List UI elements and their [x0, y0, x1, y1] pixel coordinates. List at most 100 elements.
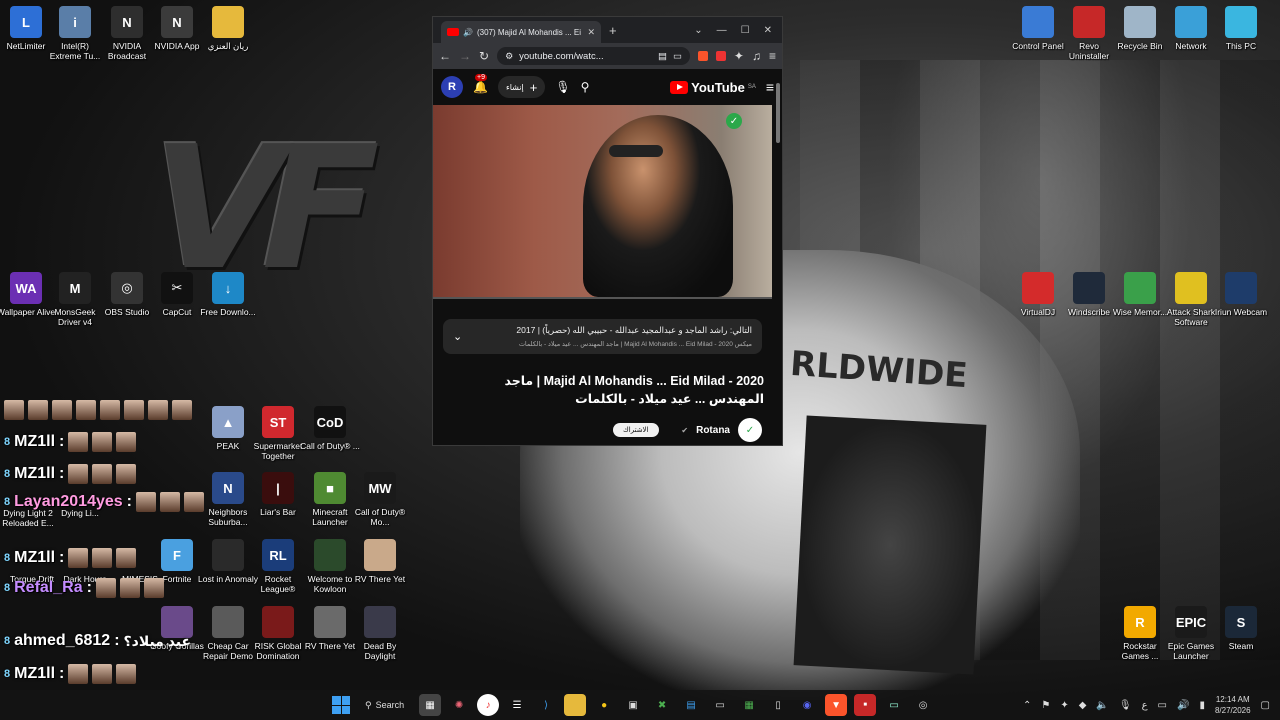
video-player[interactable]: ✓	[433, 105, 772, 297]
chat-username: MZ1ll	[14, 465, 56, 482]
brave-shield-icon[interactable]	[697, 51, 708, 61]
notification-badge: +9	[475, 74, 487, 81]
url-input[interactable]: ⚙ youtube.com/watc... ▤ ▭	[497, 47, 690, 65]
notification-icon[interactable]: ▢	[1261, 700, 1270, 711]
extensions-icon[interactable]: ✦	[734, 49, 744, 63]
chat-separator: :	[59, 433, 65, 450]
close-button[interactable]: ✕	[764, 25, 772, 36]
desktop-shortcut[interactable]: This PC	[1211, 6, 1271, 51]
video-singer	[583, 115, 733, 297]
tab-search-icon[interactable]: ⌄	[694, 25, 702, 36]
browser-tabbar: 🔊 (307) Majid Al Mohandis ... Ei ✕ + ⌄ —…	[433, 17, 782, 43]
language-indicator[interactable]: ع	[1142, 700, 1148, 711]
taskbar-app-icon[interactable]: ▦	[419, 694, 442, 716]
chat-emote	[159, 492, 180, 512]
taskbar-app-icon[interactable]: ●	[593, 694, 615, 716]
tray-overflow-icon[interactable]: ⌃	[1023, 700, 1031, 711]
vscode-icon[interactable]: ⟩	[535, 694, 557, 716]
tray-app-icon[interactable]: ✦	[1060, 700, 1068, 711]
desktop-shortcut[interactable]: S Steam	[1211, 606, 1271, 651]
taskbar-app-icon[interactable]: ☰	[506, 694, 528, 716]
taskbar-app-icon[interactable]: ▭	[883, 694, 905, 716]
notifications-bell-icon[interactable]: 🔔 +9	[473, 74, 488, 94]
taskbar-search[interactable]: ⚲ Search	[357, 694, 412, 716]
video-progress-bar[interactable]	[433, 297, 772, 299]
discord-icon[interactable]: ◉	[796, 694, 818, 716]
nvidia-app-icon: N	[161, 6, 193, 38]
tab-close-icon[interactable]: ✕	[587, 27, 595, 38]
tray-app-icon[interactable]: ◆	[1079, 700, 1087, 711]
desktop-shortcut[interactable]: Iriun Webcam	[1211, 272, 1271, 317]
this-pc-icon	[1225, 6, 1257, 38]
back-icon[interactable]: ←	[439, 49, 451, 63]
chat-message: 8 Layan2014yes:	[4, 492, 204, 512]
search-icon[interactable]: ⚲	[581, 80, 590, 94]
nvidia-broadcast-icon: N	[111, 6, 143, 38]
terminal-icon[interactable]: ▭	[709, 694, 731, 716]
obs-taskbar-icon[interactable]: ◎	[912, 694, 934, 716]
hamburger-menu-icon[interactable]: ≡	[766, 79, 774, 95]
tray-app-icon[interactable]: ⚑	[1041, 700, 1050, 711]
tab-title: (307) Majid Al Mohandis ... Ei	[476, 27, 582, 37]
desktop-shortcut[interactable]: i Intel(R) Extreme Tu...	[45, 6, 105, 61]
up-next-box[interactable]: ⌄ التالي: راشد الماجد و عبدالمجيد عبدالل…	[443, 319, 762, 354]
channel-avatar[interactable]: ✓	[738, 418, 762, 442]
desktop-shortcut-label: ريان العنزي	[207, 41, 249, 51]
chat-emote	[172, 400, 192, 420]
reload-icon[interactable]: ↻	[479, 49, 489, 63]
chevron-down-icon[interactable]: ⌄	[453, 330, 462, 343]
new-tab-button[interactable]: +	[609, 23, 617, 38]
taskbar-app-icon[interactable]: ■	[854, 694, 877, 716]
maximize-button[interactable]: ☐	[741, 25, 750, 36]
volume-icon[interactable]: 🔈	[1096, 700, 1108, 711]
file-explorer-icon[interactable]	[564, 694, 587, 716]
taskbar-app-icon[interactable]: ✺	[448, 694, 470, 716]
url-text: youtube.com/watc...	[519, 50, 604, 62]
start-button[interactable]	[332, 696, 350, 714]
notepad-icon[interactable]: ▯	[767, 694, 789, 716]
cast-icon[interactable]: ▭	[673, 51, 682, 62]
translate-icon[interactable]: ▤	[658, 51, 667, 62]
desktop-shortcut[interactable]: ↓ Free Downlo...	[198, 272, 258, 317]
speaker-icon[interactable]: 🔊	[1177, 700, 1189, 711]
video-glasses	[609, 145, 663, 157]
site-info-icon[interactable]: ⚙	[505, 51, 513, 62]
forward-icon[interactable]: →	[459, 49, 471, 63]
chat-message: 8 MZ1ll:	[4, 464, 137, 484]
chat-emote	[76, 400, 96, 420]
xbox-icon[interactable]: ✖	[651, 694, 673, 716]
brave-rewards-icon[interactable]	[715, 51, 726, 61]
youtube-play-icon	[670, 80, 689, 94]
desktop-shortcut[interactable]: ريان العنزي	[198, 6, 258, 51]
mic-icon[interactable]: 🎙	[555, 80, 570, 94]
address-bar-row: ← → ↻ ⚙ youtube.com/watc... ▤ ▭ ✦ ♫ ≡	[433, 43, 782, 69]
taskbar-app-icon[interactable]: ▦	[738, 694, 760, 716]
scrollbar-thumb[interactable]	[776, 83, 780, 143]
media-icon[interactable]: ♫	[752, 49, 761, 63]
brave-icon[interactable]: ▼	[825, 694, 848, 716]
chat-emote	[92, 548, 113, 568]
taskbar-app-icon[interactable]: ▤	[680, 694, 702, 716]
chat-badge-icon: 8	[4, 468, 11, 480]
clock[interactable]: 12:14 AM 8/27/2026	[1215, 694, 1251, 716]
chat-emote	[28, 400, 48, 420]
network-icon[interactable]: ▭	[1158, 700, 1167, 711]
youtube-logo[interactable]: YouTube SA	[670, 80, 756, 95]
create-button[interactable]: إنشاء +	[497, 76, 546, 98]
plus-icon: +	[529, 79, 538, 95]
browser-window[interactable]: 🔊 (307) Majid Al Mohandis ... Ei ✕ + ⌄ —…	[432, 16, 783, 446]
itunes-icon[interactable]: ♪	[477, 694, 500, 716]
chat-emote	[68, 432, 89, 452]
menu-icon[interactable]: ≡	[769, 49, 776, 63]
avatar[interactable]: R	[441, 76, 463, 98]
browser-tab-youtube[interactable]: 🔊 (307) Majid Al Mohandis ... Ei ✕	[441, 21, 601, 43]
battery-icon[interactable]: ▮	[1199, 700, 1205, 711]
store-icon[interactable]: ▣	[622, 694, 644, 716]
iriun-webcam-icon	[1225, 272, 1257, 304]
minimize-button[interactable]: —	[717, 25, 727, 36]
desktop-shortcut[interactable]: M MonsGeek Driver v4	[45, 272, 105, 327]
mic-icon[interactable]: 🎙	[1119, 700, 1132, 711]
subscribe-button[interactable]: الاشتراك	[613, 423, 659, 437]
channel-name[interactable]: Rotana	[696, 425, 730, 436]
verified-icon: ✔	[681, 425, 689, 435]
